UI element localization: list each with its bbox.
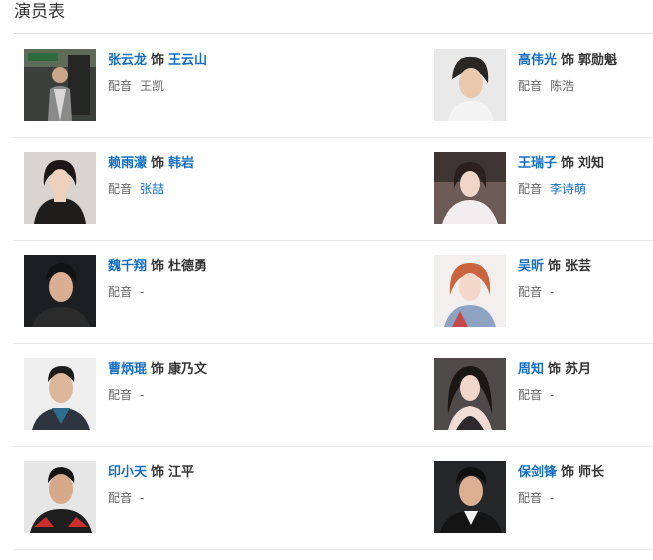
dub-line: 配音 - bbox=[518, 387, 554, 403]
as-word: 饰 bbox=[151, 465, 165, 480]
actor-photo[interactable] bbox=[434, 461, 506, 533]
dub-line: 配音 - bbox=[518, 490, 554, 506]
dub-value: - bbox=[550, 388, 555, 402]
role-name: 杜德勇 bbox=[168, 259, 208, 274]
dub-label: 配音 bbox=[108, 79, 133, 93]
dub-line: 配音 - bbox=[518, 284, 554, 300]
role-name: 郭勋魁 bbox=[578, 53, 618, 68]
role-name: 刘知 bbox=[578, 156, 605, 171]
dub-value-link[interactable]: 李诗萌 bbox=[550, 182, 586, 196]
actor-photo[interactable] bbox=[24, 152, 96, 224]
actor-photo[interactable] bbox=[434, 255, 506, 327]
as-word: 饰 bbox=[548, 362, 562, 377]
actor-name-link[interactable]: 保剑锋 bbox=[518, 465, 557, 480]
cast-name-line: 魏千翔饰杜德勇 bbox=[108, 258, 207, 276]
dub-label: 配音 bbox=[518, 491, 543, 505]
cast-card: 曹炳琨饰康乃文 配音 - bbox=[14, 343, 314, 446]
section-title: 演员表 bbox=[14, 2, 65, 22]
cast-card: 王瑞子饰刘知 配音 李诗萌 bbox=[424, 137, 653, 240]
cast-card: 魏千翔饰杜德勇 配音 - bbox=[14, 240, 314, 343]
as-word: 饰 bbox=[151, 362, 165, 377]
cast-card: 张云龙饰王云山 配音 王凯 bbox=[14, 34, 314, 137]
actor-name-link[interactable]: 王瑞子 bbox=[518, 156, 557, 171]
dub-value: - bbox=[140, 491, 145, 505]
actor-name-link[interactable]: 周知 bbox=[518, 362, 544, 377]
role-name: 张芸 bbox=[565, 259, 592, 274]
role-name: 康乃文 bbox=[168, 362, 208, 377]
dub-value: - bbox=[140, 388, 145, 402]
actor-photo[interactable] bbox=[24, 461, 96, 533]
cast-card: 赖雨濛饰韩岩 配音 张喆 bbox=[14, 137, 314, 240]
role-name: 江平 bbox=[168, 465, 195, 480]
as-word: 饰 bbox=[151, 259, 165, 274]
dub-label: 配音 bbox=[518, 388, 543, 402]
dub-label: 配音 bbox=[108, 491, 133, 505]
cast-row: 赖雨濛饰韩岩 配音 张喆 王瑞子饰刘知 配音 李诗萌 bbox=[14, 137, 653, 241]
dub-line: 配音 王凯 bbox=[108, 78, 164, 94]
dub-label: 配音 bbox=[108, 285, 133, 299]
cast-name-line: 印小天饰江平 bbox=[108, 464, 194, 482]
dub-line: 配音 李诗萌 bbox=[518, 181, 586, 197]
actor-photo[interactable] bbox=[24, 49, 96, 121]
as-word: 饰 bbox=[151, 53, 165, 68]
as-word: 饰 bbox=[561, 156, 575, 171]
cast-card: 保剑锋饰师长 配音 - bbox=[424, 446, 653, 549]
cast-name-line: 曹炳琨饰康乃文 bbox=[108, 361, 207, 379]
role-name: 师长 bbox=[578, 465, 605, 480]
dub-label: 配音 bbox=[108, 182, 133, 196]
cast-name-line: 吴昕饰张芸 bbox=[518, 258, 591, 276]
actor-photo[interactable] bbox=[434, 358, 506, 430]
dub-line: 配音 - bbox=[108, 387, 144, 403]
cast-card: 印小天饰江平 配音 - bbox=[14, 446, 314, 549]
dub-line: 配音 张喆 bbox=[108, 181, 164, 197]
as-word: 饰 bbox=[151, 156, 165, 171]
cast-name-line: 周知饰苏月 bbox=[518, 361, 591, 379]
cast-row: 印小天饰江平 配音 - 保剑锋饰师长 配音 - bbox=[14, 446, 653, 550]
role-name-link[interactable]: 王云山 bbox=[168, 53, 207, 68]
dub-value: - bbox=[140, 285, 145, 299]
actor-name-link[interactable]: 魏千翔 bbox=[108, 259, 147, 274]
cast-card: 周知饰苏月 配音 - bbox=[424, 343, 653, 446]
dub-line: 配音 - bbox=[108, 284, 144, 300]
actor-photo[interactable] bbox=[24, 358, 96, 430]
role-name-link[interactable]: 韩岩 bbox=[168, 156, 194, 171]
actor-photo[interactable] bbox=[434, 49, 506, 121]
as-word: 饰 bbox=[561, 465, 575, 480]
cast-name-line: 赖雨濛饰韩岩 bbox=[108, 155, 194, 173]
dub-label: 配音 bbox=[108, 388, 133, 402]
dub-line: 配音 陈浩 bbox=[518, 78, 574, 94]
actor-name-link[interactable]: 吴昕 bbox=[518, 259, 544, 274]
dub-label: 配音 bbox=[518, 285, 543, 299]
actor-name-link[interactable]: 高伟光 bbox=[518, 53, 557, 68]
dub-value: - bbox=[550, 491, 555, 505]
cast-name-line: 高伟光饰郭勋魁 bbox=[518, 52, 617, 70]
actor-name-link[interactable]: 曹炳琨 bbox=[108, 362, 147, 377]
cast-name-line: 王瑞子饰刘知 bbox=[518, 155, 604, 173]
cast-name-line: 保剑锋饰师长 bbox=[518, 464, 604, 482]
actor-name-link[interactable]: 赖雨濛 bbox=[108, 156, 147, 171]
cast-card: 高伟光饰郭勋魁 配音 陈浩 bbox=[424, 34, 653, 137]
actor-photo[interactable] bbox=[24, 255, 96, 327]
dub-value: 陈浩 bbox=[550, 79, 575, 93]
as-word: 饰 bbox=[548, 259, 562, 274]
cast-row: 张云龙饰王云山 配音 王凯 高伟光饰郭勋魁 配音 陈浩 bbox=[14, 34, 653, 138]
dub-label: 配音 bbox=[518, 79, 543, 93]
as-word: 饰 bbox=[561, 53, 575, 68]
dub-value-link[interactable]: 张喆 bbox=[140, 182, 164, 196]
actor-name-link[interactable]: 张云龙 bbox=[108, 53, 147, 68]
cast-row: 曹炳琨饰康乃文 配音 - 周知饰苏月 配音 - bbox=[14, 343, 653, 447]
actor-name-link[interactable]: 印小天 bbox=[108, 465, 147, 480]
cast-card: 吴昕饰张芸 配音 - bbox=[424, 240, 653, 343]
dub-value: 王凯 bbox=[140, 79, 165, 93]
dub-line: 配音 - bbox=[108, 490, 144, 506]
dub-label: 配音 bbox=[518, 182, 543, 196]
cast-name-line: 张云龙饰王云山 bbox=[108, 52, 207, 70]
role-name: 苏月 bbox=[565, 362, 592, 377]
dub-value: - bbox=[550, 285, 555, 299]
actor-photo[interactable] bbox=[434, 152, 506, 224]
cast-row: 魏千翔饰杜德勇 配音 - 吴昕饰张芸 配音 - bbox=[14, 240, 653, 344]
